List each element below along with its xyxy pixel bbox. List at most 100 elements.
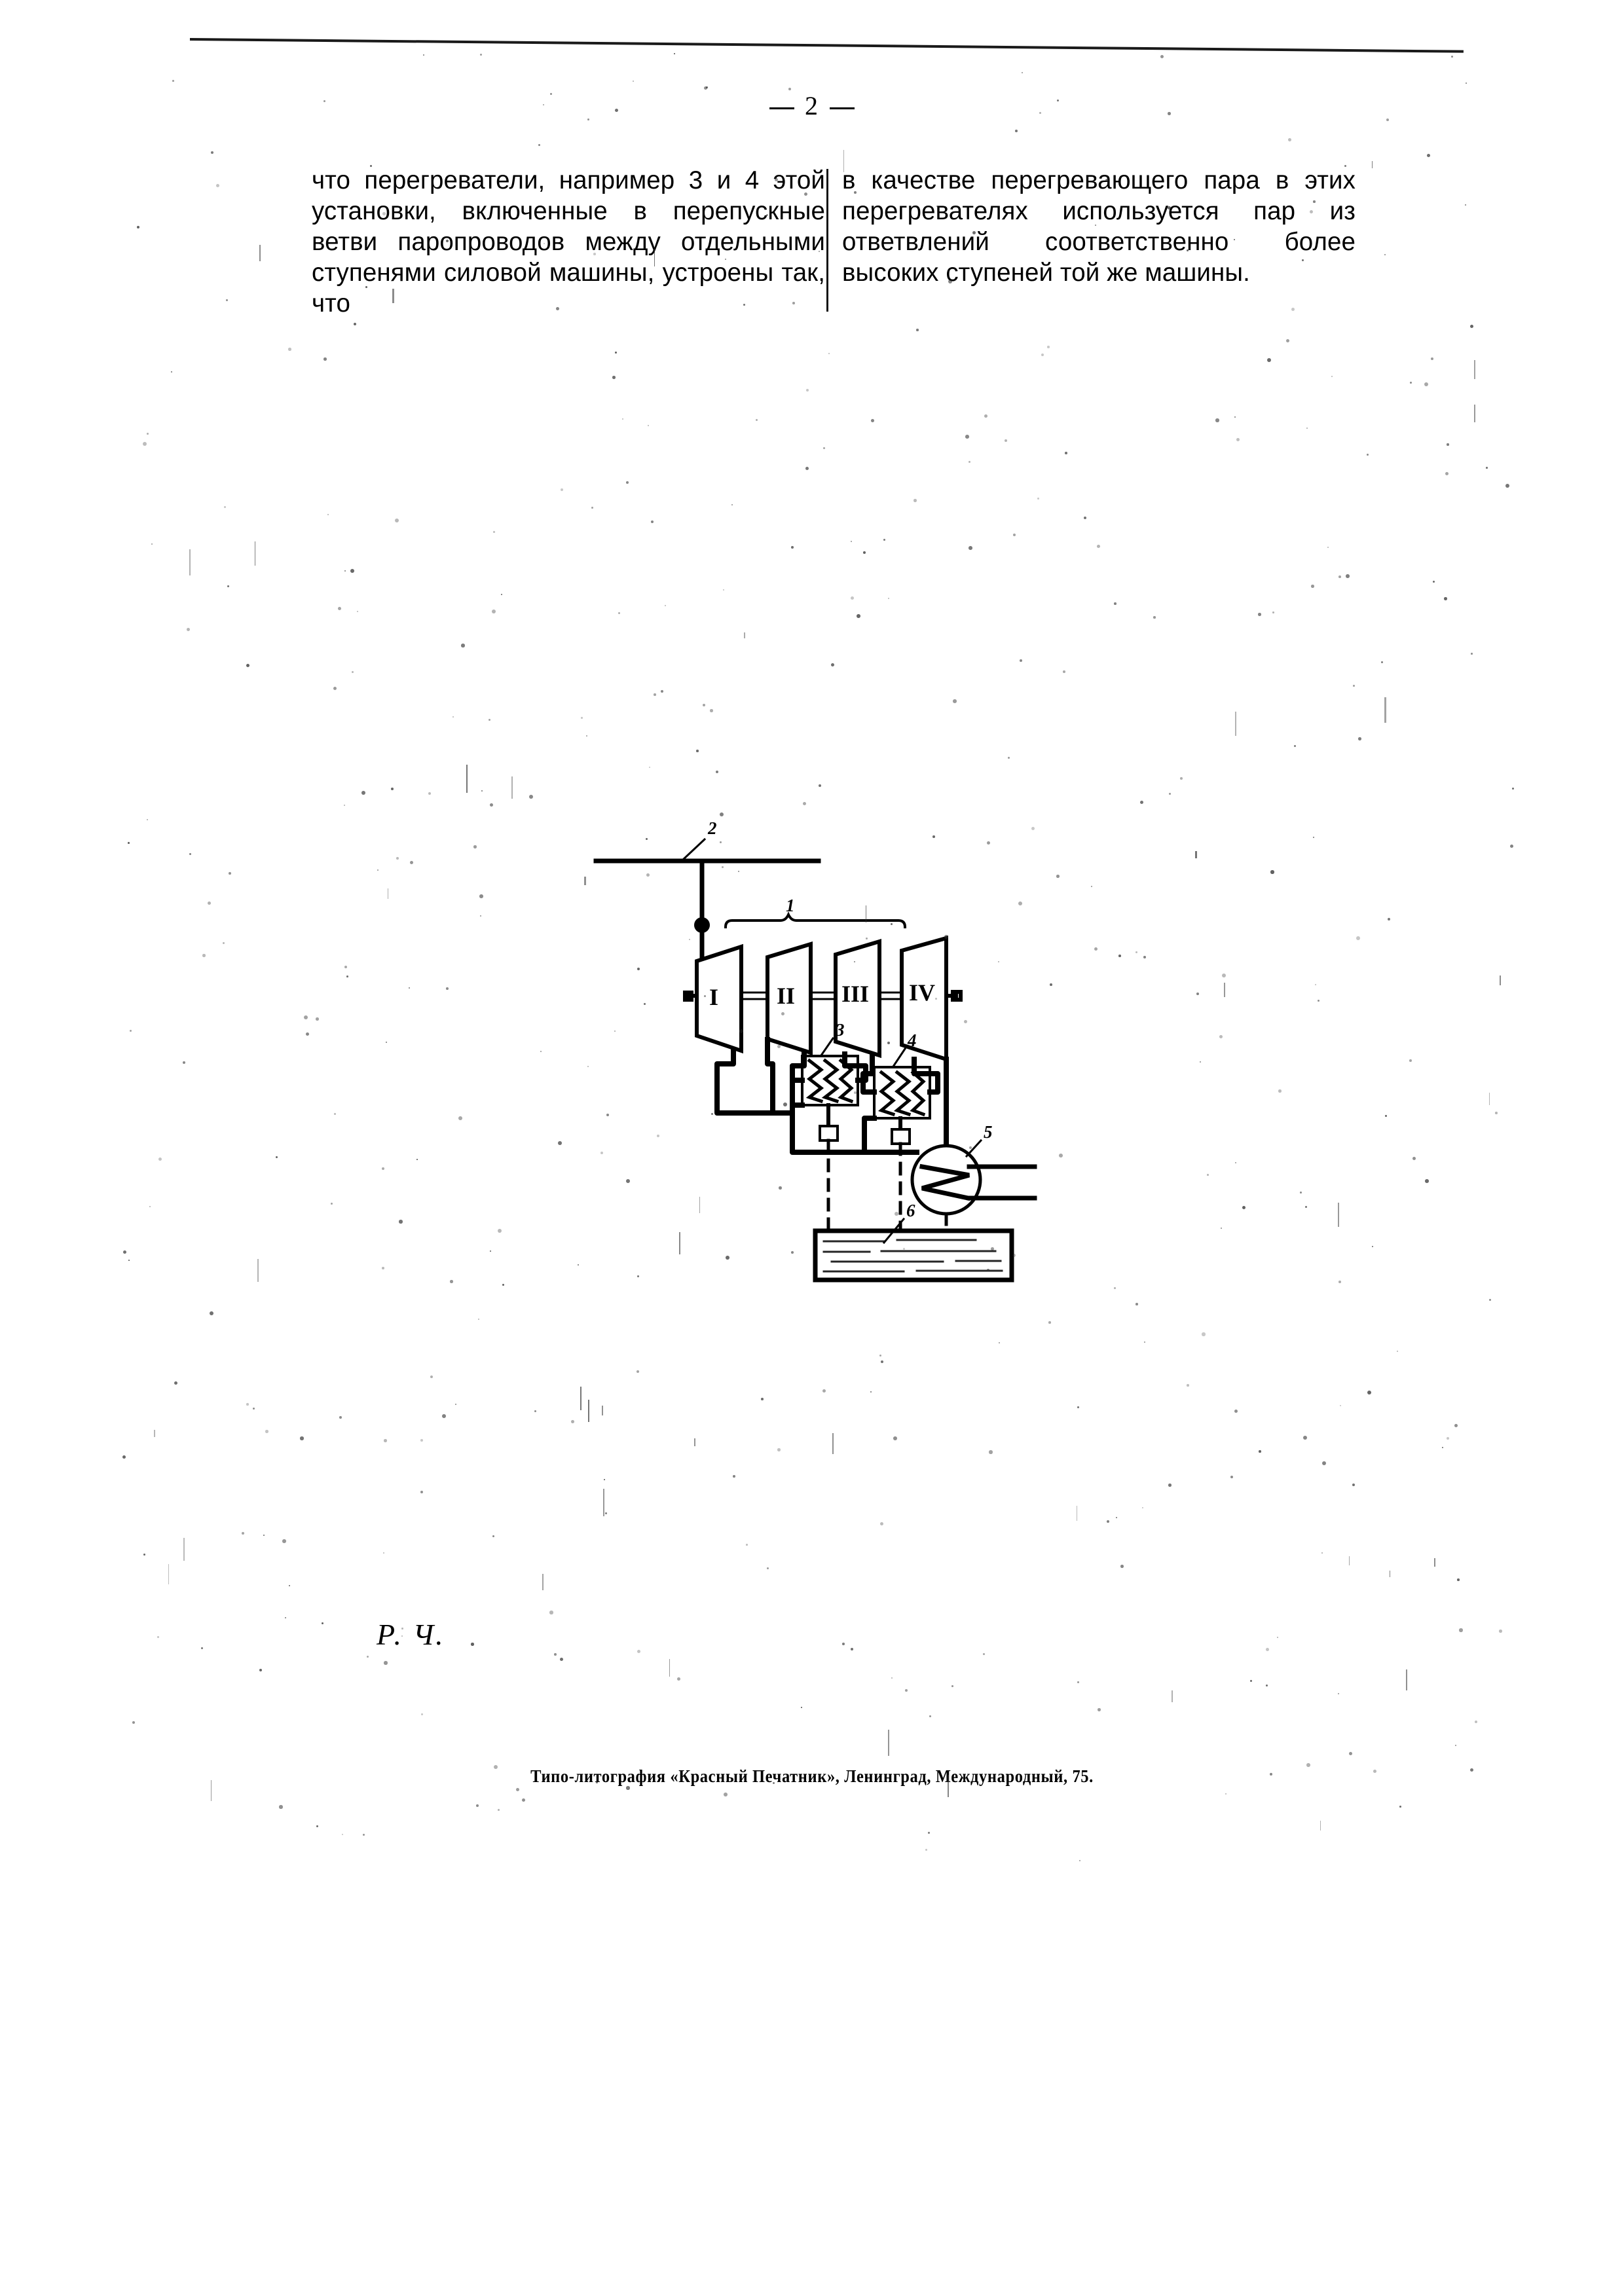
scan-speck [455,1404,456,1405]
scan-speck [344,966,348,969]
scan-speck [383,1552,384,1554]
scan-speck [999,1342,1000,1343]
stage-numeral-3: III [841,981,869,1007]
scan-speck [1084,517,1087,520]
scan-speck [828,353,830,355]
scan-speck [174,1381,178,1385]
scan-speck [1020,659,1023,663]
scan-speck [479,894,483,898]
scan-speck [803,802,806,805]
scan-speck [637,1370,639,1373]
scan-speck [1409,1059,1412,1062]
scan-hairline [654,249,655,266]
scan-speck [1187,1384,1189,1387]
scan-speck [172,80,174,82]
feed-tank-6 [813,1228,1014,1283]
scan-speck [767,1567,769,1570]
scan-speck [1057,100,1059,101]
scan-speck [1160,55,1164,59]
scan-speck [558,1141,562,1145]
scan-speck [210,1311,213,1315]
scan-hairline [888,1730,889,1756]
steam-trap-4 [891,1128,911,1145]
scan-speck [201,1647,204,1650]
scan-speck [604,1479,605,1480]
scan-speck [420,1439,423,1442]
scan-speck [1425,1179,1429,1183]
scan-speck [1358,737,1361,740]
scan-speck [529,795,533,799]
scan-speck [1135,951,1138,954]
scan-hairline [542,1574,544,1590]
scan-speck [1338,1693,1340,1695]
scan-speck [1475,1721,1478,1724]
scan-speck [522,1798,526,1802]
scan-speck [842,1643,845,1645]
scan-speck [476,1804,479,1808]
scan-speck [953,699,957,703]
scan-speck [1013,534,1016,537]
scan-speck [965,435,969,439]
scan-speck [242,1532,245,1535]
scan-speck [1352,1484,1355,1486]
scan-speck [1091,886,1093,888]
scan-speck [304,1015,308,1019]
scan-speck [147,819,148,820]
scan-speck [346,975,348,977]
scan-hairline [1500,975,1501,985]
scan-speck [399,1220,403,1224]
scan-speck [578,1264,579,1266]
steam-trap-3 [819,1125,839,1142]
scan-speck [223,942,225,945]
scan-speck [1451,56,1454,58]
scan-speck [1486,467,1488,469]
scan-speck [1311,585,1314,588]
scan-speck [929,1715,931,1717]
scan-speck [490,1250,491,1252]
scan-speck [1041,354,1044,357]
scan-speck [615,352,617,354]
scan-speck [596,1781,598,1783]
scan-speck [761,1398,764,1400]
scan-speck [1065,452,1067,454]
scan-speck [187,628,191,632]
document-page: 2 что перегреватели, например 3 и 4 этой… [0,0,1624,2296]
scan-speck [423,54,424,56]
scan-speck [935,998,937,1000]
figure-label-1: 1 [786,896,795,915]
steam-plant-diagram: I II III IV 2 1 3 4 5 6 [576,805,1061,1290]
scan-speck [1258,613,1261,616]
scan-speck [969,1146,972,1149]
scan-speck [863,551,866,555]
scan-speck [501,594,502,595]
scan-speck [1022,72,1024,74]
scan-speck [1373,1770,1376,1773]
scan-speck [265,1430,268,1433]
scan-speck [928,1832,930,1834]
scan-speck [733,1475,735,1478]
scan-speck [1107,1520,1109,1523]
scan-speck [1079,1860,1080,1861]
scan-speck [543,104,544,105]
scan-speck [739,1029,743,1033]
turbine-group-brace [724,911,907,929]
scan-speck [384,1661,388,1665]
column-divider-rule [826,169,828,312]
scan-hairline [168,1564,169,1584]
scan-speck [851,1648,853,1650]
scan-speck [706,86,708,88]
scan-speck [711,1113,713,1115]
scan-speck [881,1360,883,1363]
scan-speck [1367,1391,1371,1394]
scan-speck [1267,358,1271,362]
scan-speck [1270,1773,1272,1776]
scan-speck [1322,1461,1326,1465]
superheater-4-coil [877,1070,926,1117]
scan-speck [316,1825,319,1828]
scan-speck [703,704,705,706]
scan-speck [1444,597,1447,600]
scan-speck [1385,1115,1388,1118]
scan-speck [1349,1752,1352,1755]
scan-speck [130,1030,132,1032]
scan-speck [1234,416,1236,418]
